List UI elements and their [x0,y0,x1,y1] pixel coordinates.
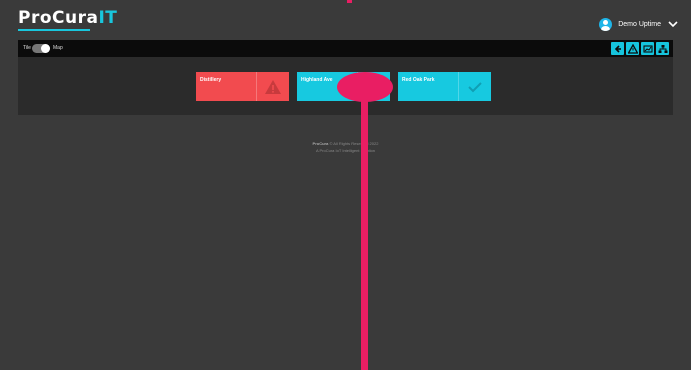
site-name: Distillery [200,77,222,83]
footer: ProCura © All Rights Reserved 2022 A Pro… [18,140,673,154]
footer-copyright-text: © All Rights Reserved 2022 [329,141,379,146]
footer-copyright: ProCura © All Rights Reserved 2022 [18,140,673,147]
network-button[interactable] [656,42,669,55]
footer-brand: ProCura [312,141,329,146]
toggle-knob [41,44,50,53]
site-status [256,72,289,101]
map-view-label: Map [53,45,63,51]
user-name: Demo Uptime [618,20,661,28]
check-icon [468,81,482,92]
alert-icon [627,43,638,54]
site-status [458,72,491,101]
network-icon [658,44,667,53]
view-toolbar: Tile Map [18,40,673,57]
site-tile-distillery[interactable]: Distillery [196,72,289,101]
toolbar-actions [611,42,669,55]
site-tile-red-oak-park[interactable]: Red Oak Park [398,72,491,101]
top-bar: ProCuraIT Demo Uptime [0,0,691,40]
scroll-indicator [347,0,352,3]
logo-suffix-text: IT [98,8,118,28]
chevron-down-icon[interactable] [667,19,679,29]
reports-button[interactable] [641,42,654,55]
tile-map-toggle[interactable] [32,44,50,53]
app-logo[interactable]: ProCuraIT [18,8,117,28]
logo-underline [18,29,90,31]
back-arrow-icon [614,44,621,53]
site-name: Highland Ave [301,77,333,83]
alerts-button[interactable] [626,42,639,55]
logo-main-text: ProCura [18,8,99,28]
warning-icon [265,79,281,94]
footer-tagline: A ProCura IoT Intelligent Solution [315,148,376,153]
user-menu[interactable]: Demo Uptime [599,15,679,33]
drag-trail [361,96,368,370]
site-name: Red Oak Park [402,77,435,83]
back-button[interactable] [611,42,624,55]
avatar-icon [599,17,613,31]
chart-icon [642,44,653,53]
tile-view-label: Tile [23,45,31,51]
